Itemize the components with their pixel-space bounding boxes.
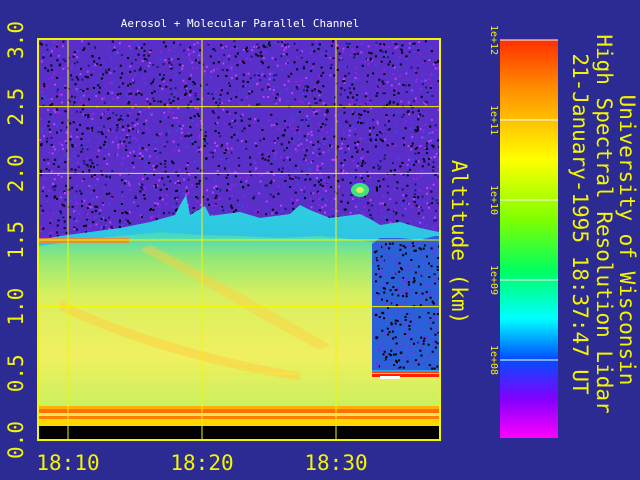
y-tick-label: 0.0 xyxy=(4,421,28,459)
ground-band xyxy=(39,406,439,409)
lidar-display: Aerosol + Molecular Parallel Channel 0.0… xyxy=(0,0,640,480)
noise-region xyxy=(39,40,439,240)
saturated-feature xyxy=(380,376,400,379)
cloud-spot-core xyxy=(356,187,364,193)
y-tick-label: 2.5 xyxy=(4,88,28,126)
lidar-chart: Aerosol + Molecular Parallel Channel 0.0… xyxy=(4,17,639,475)
ground-band xyxy=(39,416,439,419)
ground-band xyxy=(39,413,439,416)
y-tick-label: 1.5 xyxy=(4,221,28,259)
colorbar-tick-label: 1e+09 xyxy=(488,265,499,295)
y-axis-label: Altitude (km) xyxy=(447,160,471,324)
colorbar-tick-label: 1e+10 xyxy=(488,185,499,215)
ground-mask xyxy=(39,426,439,439)
x-axis: 18:10 18:20 18:30 xyxy=(36,451,367,475)
x-tick-label: 18:30 xyxy=(304,451,367,475)
ground-band xyxy=(39,419,439,426)
colorbar-tick-label: 1e+11 xyxy=(488,105,499,135)
y-tick-label: 2.0 xyxy=(4,154,28,192)
x-tick-label: 18:20 xyxy=(170,451,233,475)
y-tick-label: 1.0 xyxy=(4,288,28,326)
y-axis: 0.0 0.5 1.0 1.5 2.0 2.5 3.0 xyxy=(4,21,28,459)
side-title-line3: 21-January-1995 18:37:47 UT xyxy=(568,53,592,395)
side-title-line1: University of Wisconsin xyxy=(615,95,639,386)
colorbar-tick-label: 1e+12 xyxy=(488,25,499,55)
colorbar-tick-label: 1e+08 xyxy=(488,345,499,375)
y-tick-label: 0.5 xyxy=(4,354,28,392)
colorbar xyxy=(500,40,558,438)
side-title-line2: High Spectral Resolution Lidar xyxy=(592,34,616,413)
chart-title: Aerosol + Molecular Parallel Channel xyxy=(121,17,359,30)
x-tick-label: 18:10 xyxy=(36,451,99,475)
ground-band xyxy=(39,409,439,413)
y-tick-label: 3.0 xyxy=(4,21,28,59)
